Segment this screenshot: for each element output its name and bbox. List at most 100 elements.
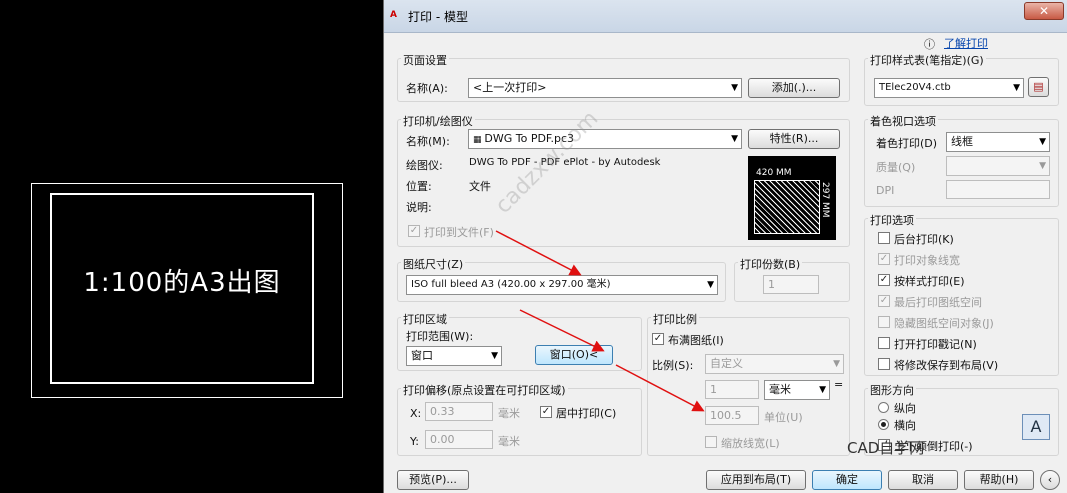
printer-icon: ▦	[473, 135, 485, 145]
quality-label: 质量(Q)	[876, 161, 916, 174]
offset-y-input[interactable]: 0.00	[425, 430, 493, 449]
ok-button[interactable]: 确定	[812, 470, 882, 490]
scale-lineweights-label: 缩放线宽(L)	[721, 437, 780, 450]
printer-heading: 打印机/绘图仪	[401, 113, 475, 129]
scale-value: 自定义	[710, 357, 743, 370]
preview-width-label: 420 MM	[756, 168, 792, 178]
location-label: 位置:	[406, 180, 432, 193]
paper-size-select[interactable]: ISO full bleed A3 (420.00 x 297.00 毫米) ▼	[406, 275, 718, 295]
scale-unit2-label: 单位(U)	[764, 411, 803, 424]
plot-option-label: 打开打印戳记(N)	[894, 338, 977, 351]
landscape-label: 横向	[894, 419, 916, 432]
save-to-layout-checkbox[interactable]	[878, 358, 890, 370]
copies-input[interactable]: 1	[763, 275, 819, 294]
dpi-label: DPI	[876, 184, 895, 197]
chevron-down-icon: ▼	[731, 134, 738, 144]
chevron-down-icon: ▼	[819, 385, 826, 395]
location-value: 文件	[469, 180, 491, 193]
plot-option-label: 隐藏图纸空间对象(J)	[894, 317, 994, 330]
printer-select[interactable]: ▦ DWG To PDF.pc3 ▼	[468, 129, 742, 149]
chevron-down-icon: ▼	[731, 83, 738, 93]
portrait-radio[interactable]	[878, 402, 889, 413]
offset-x-unit: 毫米	[498, 407, 520, 420]
chevron-down-icon: ▼	[1039, 137, 1046, 147]
plot-option-label: 打印对象线宽	[894, 254, 960, 267]
dpi-input[interactable]	[946, 180, 1050, 199]
plot-option-label: 将修改保存到布局(V)	[894, 359, 999, 372]
offset-x-label: X:	[410, 407, 422, 420]
help-link[interactable]: 了解打印	[944, 35, 988, 51]
paper-size-value: ISO full bleed A3 (420.00 x 297.00 毫米)	[411, 279, 611, 290]
shaded-viewport-heading: 着色视口选项	[868, 113, 938, 129]
cancel-button[interactable]: 取消	[888, 470, 958, 490]
scale-select[interactable]: 自定义 ▼	[705, 354, 844, 374]
preview-height-label: 297 MM	[820, 182, 830, 218]
fit-to-paper-checkbox[interactable]: ✓	[652, 333, 664, 345]
text-style-icon: A	[1022, 414, 1050, 440]
center-plot-checkbox[interactable]: ✓	[540, 406, 552, 418]
preview-button[interactable]: 预览(P)...	[397, 470, 469, 490]
plot-lineweights-checkbox[interactable]: ✓	[878, 253, 890, 265]
fit-to-paper-label: 布满图纸(I)	[668, 334, 724, 347]
plot-to-file-label: 打印到文件(F)	[424, 226, 494, 239]
plot-style-table-heading: 打印样式表(笔指定)(G)	[868, 52, 986, 68]
plot-paperspace-last-checkbox[interactable]: ✓	[878, 295, 890, 307]
title-bar[interactable]: A 打印 - 模型 ✕	[384, 0, 1067, 33]
center-plot-label: 居中打印(C)	[556, 407, 617, 420]
help-button[interactable]: 帮助(H)	[964, 470, 1034, 490]
shade-plot-value: 线框	[951, 135, 973, 148]
plot-range-select[interactable]: 窗口 ▼	[406, 346, 502, 366]
plot-offset-heading: 打印偏移(原点设置在可打印区域)	[401, 382, 568, 398]
background-plot-checkbox[interactable]	[878, 232, 890, 244]
close-button[interactable]: ✕	[1024, 2, 1064, 20]
shade-plot-select[interactable]: 线框 ▼	[946, 132, 1050, 152]
scale-value1-input[interactable]: 1	[705, 380, 759, 399]
copies-heading: 打印份数(B)	[738, 256, 803, 272]
plot-style-table-value: TElec20V4.ctb	[879, 82, 951, 93]
scale-equals: =	[834, 378, 844, 391]
printer-name-label: 名称(M):	[406, 135, 450, 148]
edit-style-table-icon[interactable]: ▤	[1028, 77, 1049, 97]
scale-value2-input[interactable]: 100.5	[705, 406, 759, 425]
portrait-label: 纵向	[894, 402, 916, 415]
scale-unit-value: 毫米	[769, 383, 791, 396]
offset-x-input[interactable]: 0.33	[425, 402, 493, 421]
plot-option-label: 最后打印图纸空间	[894, 296, 982, 309]
plot-scale-heading: 打印比例	[651, 311, 699, 327]
paper-size-heading: 图纸尺寸(Z)	[401, 256, 466, 272]
description-label: 说明:	[406, 201, 432, 214]
cad-model-space: 1:100的A3出图	[0, 0, 383, 493]
drawing-text: 1:100的A3出图	[83, 268, 281, 298]
window-pick-button[interactable]: 窗口(O)<	[535, 345, 613, 365]
page-setup-select[interactable]: <上一次打印> ▼	[468, 78, 742, 98]
scale-lineweights-checkbox[interactable]	[705, 436, 717, 448]
landscape-radio[interactable]	[878, 419, 889, 430]
plot-area-heading: 打印区域	[401, 311, 449, 327]
scale-unit-select[interactable]: 毫米 ▼	[764, 380, 830, 400]
chevron-down-icon: ▼	[707, 280, 714, 290]
plot-to-file-checkbox[interactable]: ✓	[408, 225, 420, 237]
offset-y-unit: 毫米	[498, 435, 520, 448]
brand-watermark: CAD自学网	[847, 439, 925, 457]
scale-label: 比例(S):	[652, 359, 694, 372]
chevron-down-icon: ▼	[491, 351, 498, 361]
plotter-label: 绘图仪:	[406, 159, 443, 172]
plot-stamp-checkbox[interactable]	[878, 337, 890, 349]
hide-paperspace-objects-checkbox[interactable]	[878, 316, 890, 328]
info-icon: ⓘ	[924, 38, 935, 51]
plot-with-styles-checkbox[interactable]: ✓	[878, 274, 890, 286]
plot-options-heading: 打印选项	[868, 212, 916, 228]
chevron-down-icon: ▼	[833, 359, 840, 369]
quality-select[interactable]: ▼	[946, 156, 1050, 176]
offset-y-label: Y:	[410, 435, 419, 448]
preview-printable-area	[754, 180, 820, 234]
chevron-down-icon: ▼	[1013, 83, 1020, 93]
collapse-icon[interactable]: ‹	[1040, 470, 1060, 490]
apply-to-layout-button[interactable]: 应用到布局(T)	[706, 470, 806, 490]
plot-range-value: 窗口	[411, 349, 433, 362]
printer-properties-button[interactable]: 特性(R)...	[748, 129, 840, 149]
add-page-setup-button[interactable]: 添加(.)...	[748, 78, 840, 98]
autocad-app-icon: A	[390, 10, 397, 20]
plot-style-table-select[interactable]: TElec20V4.ctb ▼	[874, 78, 1024, 98]
chevron-down-icon: ▼	[1039, 161, 1046, 171]
